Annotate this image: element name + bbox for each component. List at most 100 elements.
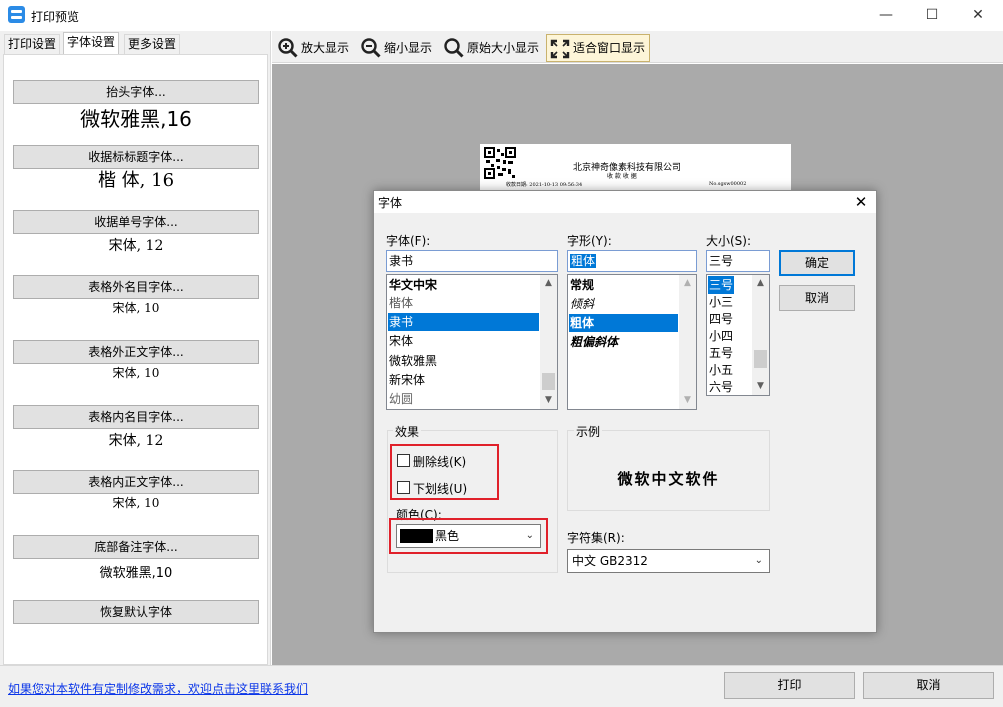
- receipt-title-font-button[interactable]: 收据标标题字体...: [13, 145, 259, 169]
- color-select[interactable]: 黑色 ⌄: [396, 524, 541, 548]
- preview-receipt-title: 收 款 收 据: [607, 173, 637, 180]
- outer-label-font-value: 宋体, 10: [112, 301, 160, 315]
- font-name-label: 字体(F):: [386, 234, 431, 248]
- underline-label[interactable]: 下划线(U): [413, 480, 467, 497]
- underline-checkbox[interactable]: [397, 481, 410, 494]
- scrollbar-thumb[interactable]: [542, 373, 555, 390]
- font-size-label: 大小(S):: [706, 234, 752, 248]
- list-item[interactable]: 华文中宋: [388, 276, 539, 294]
- list-item[interactable]: 小五: [708, 361, 752, 379]
- font-dialog-close-button[interactable]: ✕: [848, 191, 874, 213]
- inner-label-font-value: 宋体, 12: [108, 433, 164, 449]
- scroll-down-icon[interactable]: ▼: [540, 392, 557, 409]
- font-style-input[interactable]: 粗体: [567, 250, 697, 272]
- contact-link[interactable]: 如果您对本软件有定制修改需求，欢迎点击这里联系我们: [8, 680, 308, 697]
- receipt-number-font-button[interactable]: 收据单号字体...: [13, 210, 259, 234]
- tab-more-settings[interactable]: 更多设置: [124, 34, 181, 54]
- list-item-selected[interactable]: 隶书: [388, 313, 539, 331]
- list-item-selected[interactable]: 三号: [708, 276, 734, 294]
- list-item[interactable]: 小四: [708, 327, 752, 345]
- font-style-label: 字形(Y):: [567, 234, 612, 248]
- list-item-selected[interactable]: 粗体: [569, 314, 678, 332]
- font-list-scrollbar[interactable]: ▲ ▼: [540, 275, 557, 409]
- scroll-down-icon[interactable]: ▼: [679, 392, 696, 409]
- charset-select-value: 中文 GB2312: [572, 554, 648, 568]
- receipt-number-font-value: 宋体, 12: [108, 238, 164, 254]
- scroll-down-icon[interactable]: ▼: [752, 378, 769, 395]
- outer-label-font-button[interactable]: 表格外名目字体...: [13, 275, 259, 299]
- scrollbar-thumb[interactable]: [754, 350, 767, 368]
- list-item[interactable]: 宋体: [388, 332, 539, 350]
- chevron-down-icon: ⌄: [525, 530, 534, 541]
- font-cancel-button[interactable]: 取消: [779, 285, 855, 311]
- preview-page: 北京神奇像素科技有限公司 收 款 收 据 收款日期: 2021-10-13 09…: [480, 144, 791, 190]
- scroll-up-icon[interactable]: ▲: [679, 275, 696, 292]
- footer-note-font-button[interactable]: 底部备注字体...: [13, 535, 259, 559]
- font-style-value: 粗体: [570, 254, 597, 268]
- chevron-down-icon: ⌄: [754, 555, 763, 566]
- list-item[interactable]: 四号: [708, 310, 752, 328]
- inner-body-font-button[interactable]: 表格内正文字体...: [13, 470, 259, 494]
- list-item[interactable]: 新宋体: [388, 371, 539, 389]
- style-list-scrollbar[interactable]: ▲ ▼: [679, 275, 696, 409]
- zoom-in-label: 放大显示: [301, 41, 350, 55]
- list-item[interactable]: 微软雅黑: [388, 352, 539, 370]
- original-size-label: 原始大小显示: [467, 41, 540, 55]
- print-button[interactable]: 打印: [724, 672, 855, 699]
- tab-print-settings[interactable]: 打印设置: [4, 34, 61, 54]
- zoom-out-label: 缩小显示: [384, 41, 433, 55]
- scroll-up-icon[interactable]: ▲: [540, 275, 557, 292]
- list-item[interactable]: 倾斜: [569, 295, 678, 313]
- maximize-button[interactable]: ☐: [909, 0, 955, 31]
- strikeout-label[interactable]: 删除线(K): [413, 453, 466, 470]
- zoom-out-button[interactable]: 缩小显示: [358, 34, 436, 62]
- list-item[interactable]: 六号: [708, 378, 752, 395]
- tab-font-settings[interactable]: 字体设置: [63, 32, 120, 54]
- font-size-input[interactable]: 三号: [706, 250, 770, 272]
- close-window-button[interactable]: ✕: [955, 0, 1001, 31]
- qr-code-icon: [484, 147, 516, 179]
- strikeout-checkbox[interactable]: [397, 454, 410, 467]
- color-swatch: [400, 529, 433, 543]
- fit-window-label: 适合窗口显示: [573, 41, 646, 55]
- font-ok-button[interactable]: 确定: [779, 250, 855, 276]
- charset-label: 字符集(R):: [567, 531, 625, 545]
- preview-date: 收款日期: 2021-10-13 09:56:34: [506, 182, 583, 188]
- color-select-value: 黑色: [435, 529, 460, 543]
- sample-text: 微软中文软件: [617, 470, 720, 488]
- fit-window-button[interactable]: 适合窗口显示: [546, 34, 651, 62]
- list-item[interactable]: 常规: [569, 276, 678, 294]
- list-item[interactable]: 小三: [708, 293, 752, 311]
- original-size-button[interactable]: 原始大小显示: [441, 34, 543, 62]
- size-list-scrollbar[interactable]: ▲ ▼: [752, 275, 769, 395]
- font-style-list[interactable]: 常规 倾斜 粗体 粗偏斜体 ▲ ▼: [567, 274, 697, 410]
- inner-body-font-value: 宋体, 10: [112, 496, 160, 510]
- list-item[interactable]: 楷体: [388, 294, 539, 312]
- window-title: 打印预览: [31, 10, 80, 24]
- outer-body-font-value: 宋体, 10: [112, 366, 160, 380]
- title-bar: [0, 0, 1003, 31]
- fit-window-icon: [550, 39, 570, 59]
- scroll-up-icon[interactable]: ▲: [752, 275, 769, 292]
- header-font-value: 微软雅黑,16: [80, 107, 192, 131]
- font-size-list[interactable]: 三号 小三 四号 小四 五号 小五 六号 ▲ ▼: [706, 274, 770, 396]
- sample-label: 示例: [574, 423, 603, 440]
- magnifier-icon: [444, 38, 464, 58]
- list-item[interactable]: 五号: [708, 344, 752, 362]
- font-name-input[interactable]: 隶书: [386, 250, 558, 272]
- inner-label-font-button[interactable]: 表格内名目字体...: [13, 405, 259, 429]
- cancel-button[interactable]: 取消: [863, 672, 994, 699]
- list-item[interactable]: 幼圆: [388, 390, 539, 408]
- restore-default-font-button[interactable]: 恢复默认字体: [13, 600, 259, 624]
- receipt-title-font-value: 楷 体, 16: [97, 170, 175, 191]
- header-font-button[interactable]: 抬头字体...: [13, 80, 259, 104]
- list-item[interactable]: 粗偏斜体: [569, 333, 678, 351]
- footer-note-font-value: 微软雅黑,10: [99, 566, 173, 581]
- font-dialog-titlebar: [374, 191, 876, 213]
- outer-body-font-button[interactable]: 表格外正文字体...: [13, 340, 259, 364]
- zoom-out-icon: [361, 38, 381, 58]
- minimize-button[interactable]: —: [863, 0, 909, 31]
- charset-select[interactable]: 中文 GB2312 ⌄: [567, 549, 770, 573]
- font-name-list[interactable]: 华文中宋 楷体 隶书 宋体 微软雅黑 新宋体 幼圆 ▲ ▼: [386, 274, 558, 410]
- zoom-in-button[interactable]: 放大显示: [275, 34, 353, 62]
